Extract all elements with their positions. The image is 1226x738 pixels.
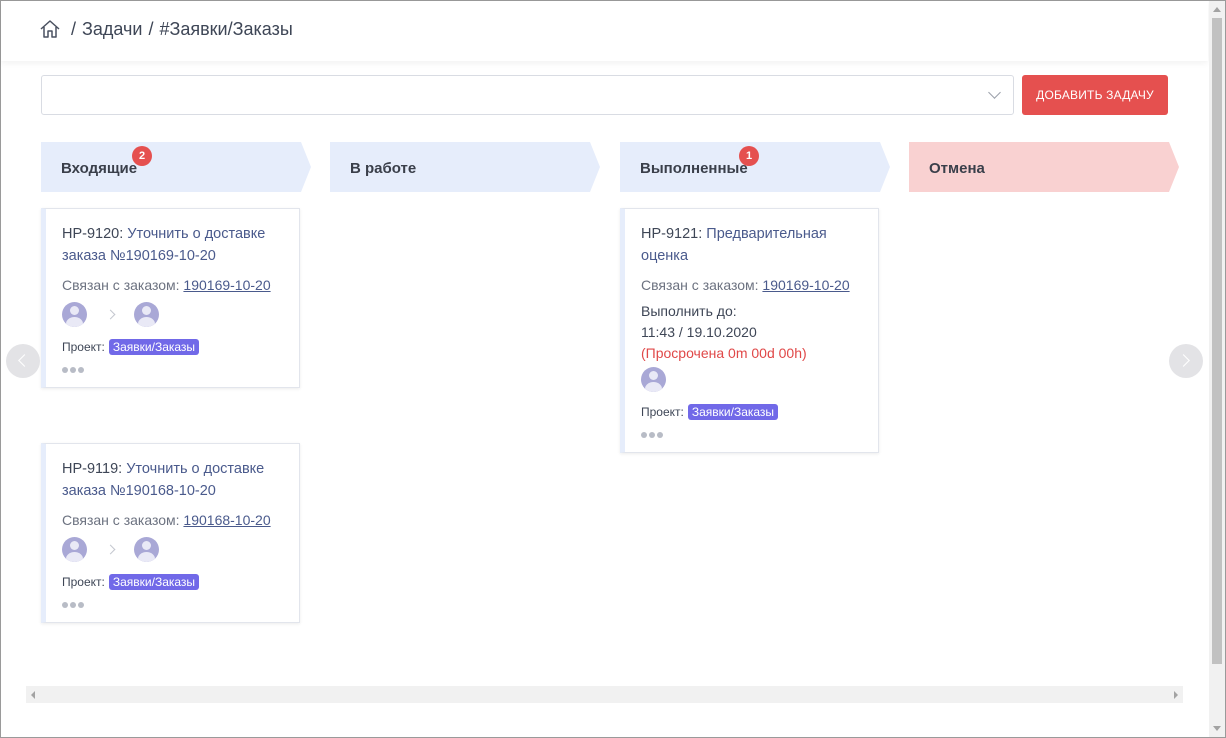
column-title: Входящие xyxy=(61,160,138,177)
avatar[interactable] xyxy=(134,536,159,562)
count-badge: 1 xyxy=(739,146,759,166)
column-title: В работе xyxy=(350,160,417,177)
project-label: Проект: xyxy=(62,340,105,354)
related-order-link[interactable]: 190169-10-20 xyxy=(183,277,270,293)
project-row: Проект: Заявки/Заказы xyxy=(62,574,283,590)
avatar[interactable] xyxy=(134,301,159,327)
breadcrumb-item-tasks[interactable]: Задачи xyxy=(82,19,142,40)
scrollbar-thumb[interactable] xyxy=(1212,18,1222,664)
due-date: Выполнить до: 11:43 / 19.10.2020 (Просро… xyxy=(641,301,862,364)
related-order-link[interactable]: 190169-10-20 xyxy=(762,277,849,293)
breadcrumb: / Задачи / #Заявки/Заказы xyxy=(39,18,293,40)
scroll-right-button[interactable] xyxy=(1169,344,1203,378)
related-order: Связан с заказом: 190169-10-20 xyxy=(641,277,862,293)
related-label: Связан с заказом: xyxy=(62,277,180,293)
project-tag[interactable]: Заявки/Заказы xyxy=(108,574,200,590)
task-code: HP-9119: xyxy=(62,461,123,477)
avatar[interactable] xyxy=(62,301,87,327)
breadcrumb-item-project: #Заявки/Заказы xyxy=(159,18,293,39)
chevron-left-icon xyxy=(18,354,31,367)
project-label: Проект: xyxy=(62,575,105,589)
scroll-left-button[interactable] xyxy=(6,344,40,378)
project-row: Проект: Заявки/Заказы xyxy=(62,339,283,355)
task-card[interactable]: HP-9119: Уточнить о доставке заказа №190… xyxy=(41,443,300,623)
overdue-status: (Просрочена 0m 00d 00h) xyxy=(641,345,807,361)
related-order: Связан с заказом: 190168-10-20 xyxy=(62,512,283,528)
project-label: Проект: xyxy=(641,405,684,419)
scroll-left-arrow-icon[interactable] xyxy=(31,691,35,699)
task-code: HP-9120: xyxy=(62,226,124,242)
column-header-done: Выполненные 1 xyxy=(620,142,890,192)
count-badge: 2 xyxy=(132,146,152,166)
task-title-line: HP-9119: Уточнить о доставке заказа №190… xyxy=(62,458,283,502)
due-value: 11:43 / 19.10.2020 xyxy=(641,324,757,340)
add-task-button[interactable]: Добавить задачу xyxy=(1022,75,1168,115)
task-card[interactable]: HP-9121: Предварительная оценка Связан с… xyxy=(620,208,879,453)
page-header: / Задачи / #Заявки/Заказы xyxy=(1,1,1208,61)
project-tag[interactable]: Заявки/Заказы xyxy=(108,339,200,355)
breadcrumb-separator: / xyxy=(148,18,154,39)
related-order: Связан с заказом: 190169-10-20 xyxy=(62,277,283,293)
more-options-icon[interactable] xyxy=(62,367,283,373)
related-order-link[interactable]: 190168-10-20 xyxy=(183,512,270,528)
more-options-icon[interactable] xyxy=(62,602,283,608)
project-row: Проект: Заявки/Заказы xyxy=(641,404,862,420)
project-tag[interactable]: Заявки/Заказы xyxy=(687,404,779,420)
related-label: Связан с заказом: xyxy=(641,277,759,293)
chevron-right-icon xyxy=(105,309,116,319)
assignees xyxy=(62,301,283,327)
assignees xyxy=(62,536,283,562)
more-options-icon[interactable] xyxy=(641,432,862,438)
task-card[interactable]: HP-9120: Уточнить о доставке заказа №190… xyxy=(41,208,300,388)
home-icon[interactable] xyxy=(39,18,61,40)
chevron-down-icon xyxy=(988,86,1001,99)
related-label: Связан с заказом: xyxy=(62,512,180,528)
scroll-right-arrow-icon[interactable] xyxy=(1174,691,1178,699)
column-header-cancelled: Отмена xyxy=(909,142,1179,192)
chevron-right-icon xyxy=(1177,354,1190,367)
scroll-up-arrow-icon[interactable] xyxy=(1213,7,1221,12)
due-label: Выполнить до: xyxy=(641,303,737,319)
breadcrumb-separator: / xyxy=(71,18,77,39)
task-title-line: HP-9121: Предварительная оценка xyxy=(641,223,862,267)
chevron-right-icon xyxy=(105,544,116,554)
column-header-in-progress: В работе xyxy=(330,142,600,192)
column-title: Выполненные xyxy=(640,160,748,177)
avatar[interactable] xyxy=(62,536,87,562)
horizontal-scrollbar[interactable] xyxy=(26,686,1183,703)
vertical-scrollbar[interactable] xyxy=(1209,1,1225,737)
column-title: Отмена xyxy=(929,160,985,177)
task-title-line: HP-9120: Уточнить о доставке заказа №190… xyxy=(62,223,283,267)
scroll-down-arrow-icon[interactable] xyxy=(1213,726,1221,731)
assignees xyxy=(641,366,862,392)
column-header-incoming: Входящие 2 xyxy=(41,142,311,192)
task-code: HP-9121: xyxy=(641,226,703,242)
avatar[interactable] xyxy=(641,366,666,392)
project-select[interactable] xyxy=(41,75,1014,115)
